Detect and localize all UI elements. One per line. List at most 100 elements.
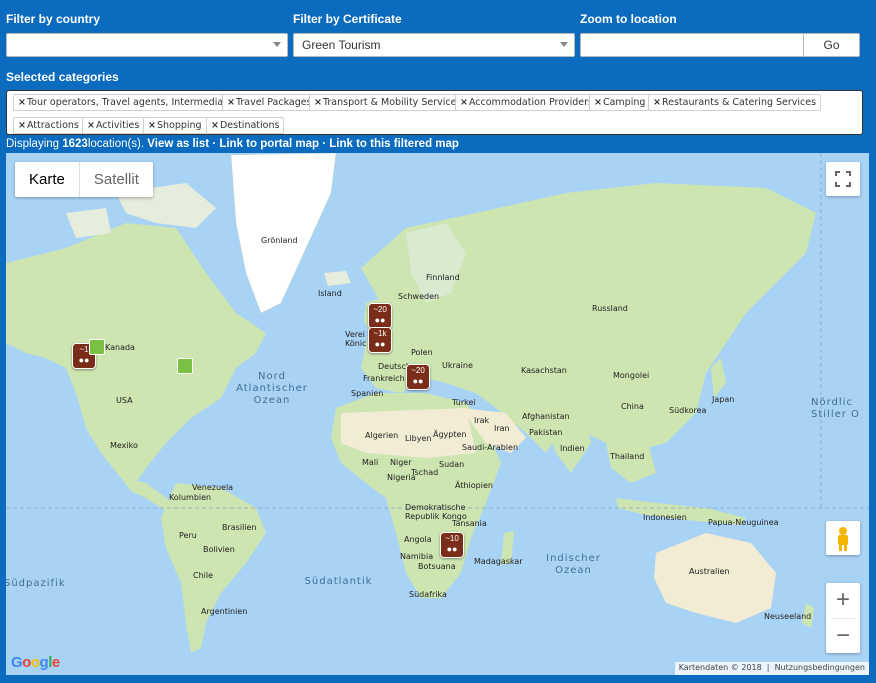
country-select[interactable] bbox=[6, 33, 288, 57]
label-saudi: Saudi-Arabien bbox=[462, 443, 519, 452]
zoom-control: + − bbox=[826, 583, 860, 653]
label-kanada: Kanada bbox=[105, 343, 135, 352]
remove-icon[interactable]: × bbox=[227, 97, 235, 108]
certificate-filter-label: Filter by Certificate bbox=[293, 12, 402, 26]
cluster-marker-europe-south[interactable]: ~20 ●● bbox=[406, 364, 430, 390]
label-afghanistan: Afghanistan bbox=[522, 412, 570, 421]
marker-count: ~10 bbox=[445, 534, 459, 543]
people-icon: ●● bbox=[78, 355, 90, 365]
cluster-marker-uk-2[interactable]: ~1k ●● bbox=[368, 327, 392, 353]
label-nigeria: Nigeria bbox=[387, 473, 416, 482]
category-chip-label: Accommodation Providers bbox=[468, 97, 594, 108]
label-kasachstan: Kasachstan bbox=[521, 366, 567, 375]
label-sudan: Sudan bbox=[439, 460, 465, 469]
remove-icon[interactable]: × bbox=[211, 120, 219, 131]
map-attribution: Kartendaten © 2018 | Nutzungsbedingungen bbox=[674, 662, 869, 675]
certificate-select-value: Green Tourism bbox=[302, 38, 381, 52]
category-chip[interactable]: ×Transport & Mobility Services bbox=[309, 94, 467, 111]
category-chip-label: Shopping bbox=[156, 120, 202, 131]
fullscreen-button[interactable] bbox=[826, 162, 860, 196]
zoom-in-button[interactable]: + bbox=[826, 583, 860, 618]
label-usa: USA bbox=[116, 396, 133, 405]
map-type-satellit-button[interactable]: Satellit bbox=[78, 162, 153, 197]
category-chip[interactable]: ×Attractions bbox=[13, 117, 84, 134]
status-prefix: Displaying bbox=[6, 138, 63, 150]
portal-map-link[interactable]: Link to portal map bbox=[219, 138, 319, 150]
label-papua: Papua-Neuguinea bbox=[708, 518, 779, 527]
label-mali: Mali bbox=[362, 458, 379, 467]
label-niger: Niger bbox=[390, 458, 412, 467]
label-mexiko: Mexiko bbox=[110, 441, 138, 450]
label-suedkorea: Südkorea bbox=[669, 406, 707, 415]
go-button[interactable]: Go bbox=[803, 33, 860, 57]
cluster-marker-southern-africa[interactable]: ~10 ●● bbox=[440, 532, 464, 558]
map-canvas[interactable]: Grönland Island Finnland Schweden Russla… bbox=[6, 153, 869, 675]
categories-box: ×Tour operators, Travel agents, Intermed… bbox=[6, 90, 863, 135]
view-as-list-link[interactable]: View as list bbox=[147, 138, 209, 150]
label-ukraine: Ukraine bbox=[442, 361, 473, 370]
zoom-location-label: Zoom to location bbox=[580, 12, 677, 26]
remove-icon[interactable]: × bbox=[594, 97, 602, 108]
category-chip-label: Transport & Mobility Services bbox=[322, 97, 462, 108]
category-chip[interactable]: ×Tour operators, Travel agents, Intermed… bbox=[13, 94, 246, 111]
label-namibia: Namibia bbox=[400, 552, 434, 561]
label-indien: Indien bbox=[560, 444, 585, 453]
label-aegypten: Ägypten bbox=[433, 430, 467, 439]
label-madagaskar: Madagaskar bbox=[474, 557, 523, 566]
category-chip-label: Travel Packages bbox=[235, 97, 312, 108]
map-type-karte-button[interactable]: Karte bbox=[15, 162, 79, 197]
label-japan: Japan bbox=[712, 395, 735, 404]
label-suedafrika: Südafrika bbox=[409, 590, 447, 599]
category-chip[interactable]: ×Travel Packages bbox=[222, 94, 317, 111]
ocean-label: Indischer Ozean bbox=[546, 553, 601, 576]
chevron-down-icon bbox=[560, 42, 568, 47]
pegman-icon bbox=[838, 527, 848, 551]
terms-link[interactable]: Nutzungsbedingungen bbox=[775, 663, 865, 672]
location-count: 1623 bbox=[62, 138, 88, 150]
label-angola: Angola bbox=[404, 535, 432, 544]
label-kolumbien: Kolumbien bbox=[169, 493, 212, 502]
category-chip[interactable]: ×Restaurants & Catering Services bbox=[648, 94, 822, 111]
label-peru: Peru bbox=[179, 531, 197, 540]
zoom-location-input[interactable] bbox=[580, 33, 804, 57]
country-filter-label: Filter by country bbox=[6, 12, 101, 26]
location-marker-icon[interactable] bbox=[177, 358, 193, 374]
category-chip[interactable]: ×Destinations bbox=[206, 117, 285, 134]
location-marker-icon[interactable] bbox=[89, 339, 105, 355]
selected-categories-label: Selected categories bbox=[6, 70, 119, 84]
remove-icon[interactable]: × bbox=[314, 97, 322, 108]
remove-icon[interactable]: × bbox=[653, 97, 661, 108]
marker-count: ~1k bbox=[373, 329, 387, 338]
label-pakistan: Pakistan bbox=[529, 428, 563, 437]
label-indonesien: Indonesien bbox=[643, 513, 687, 522]
remove-icon[interactable]: × bbox=[460, 97, 468, 108]
remove-icon[interactable]: × bbox=[18, 97, 26, 108]
category-chip[interactable]: ×Camping bbox=[589, 94, 651, 111]
label-botsuana: Botsuana bbox=[418, 562, 456, 571]
category-chip[interactable]: ×Activities bbox=[82, 117, 145, 134]
people-icon: ●● bbox=[374, 315, 386, 325]
street-view-pegman-button[interactable] bbox=[826, 521, 860, 555]
label-russland: Russland bbox=[592, 304, 628, 313]
zoom-out-button[interactable]: − bbox=[826, 619, 860, 654]
label-iran: Iran bbox=[494, 424, 510, 433]
ocean-suedpazifik: Südpazifik bbox=[6, 578, 74, 590]
cluster-marker-uk-1[interactable]: ~20 ●● bbox=[368, 303, 392, 329]
remove-icon[interactable]: × bbox=[148, 120, 156, 131]
category-chip[interactable]: ×Shopping bbox=[143, 117, 207, 134]
remove-icon[interactable]: × bbox=[87, 120, 95, 131]
label-tansania: Tansania bbox=[452, 519, 487, 528]
label-schweden: Schweden bbox=[398, 292, 440, 301]
label-tuerkei: Türkei bbox=[452, 398, 476, 407]
remove-icon[interactable]: × bbox=[18, 120, 26, 131]
category-chip[interactable]: ×Accommodation Providers bbox=[455, 94, 599, 111]
google-logo-letter: e bbox=[51, 654, 60, 671]
certificate-select[interactable]: Green Tourism bbox=[293, 33, 575, 57]
filtered-map-link[interactable]: Link to this filtered map bbox=[329, 138, 459, 150]
google-logo: Google bbox=[11, 654, 60, 671]
label-polen: Polen bbox=[411, 348, 433, 357]
label-bolivien: Bolivien bbox=[203, 545, 235, 554]
label-spanien: Spanien bbox=[351, 389, 384, 398]
map-type-control: Karte Satellit bbox=[15, 162, 153, 197]
label-neuseeland: Neuseeland bbox=[764, 612, 812, 621]
